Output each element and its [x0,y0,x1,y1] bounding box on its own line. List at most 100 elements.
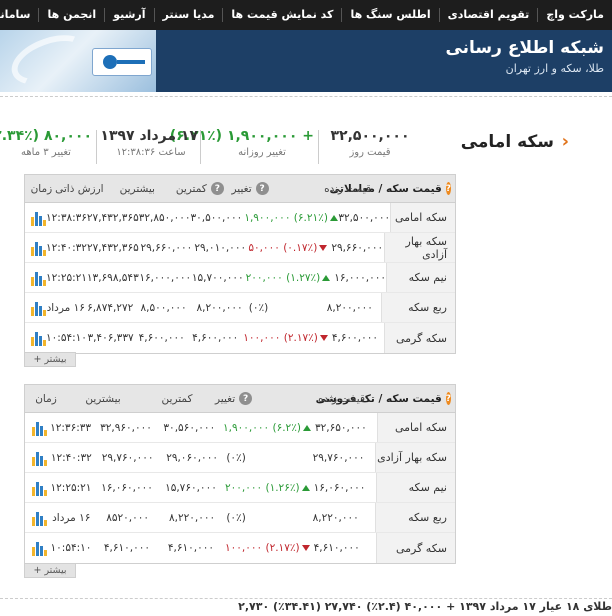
chart-icon[interactable] [31,450,48,466]
high-cell: ۸,۵۰۰,۰۰۰ [140,301,187,314]
header-col-title: ? قیمت سکه / تک فروشی [315,392,451,405]
footer-ticker: طلای ۱۸ عیار ۱۷ مرداد ۱۳۹۷ + ۴۰,۰۰۰ (۲.۴… [238,600,612,613]
row-name[interactable]: ربع سکه [375,503,455,532]
change-cell: (۰٪) [224,512,308,524]
help-icon[interactable]: ? [210,182,224,195]
low-cell: ۲۹,۰۶۰,۰۰۰ [166,451,218,464]
page-title: سکه امامی [460,132,554,152]
table-row[interactable]: سکه امامی ۳۲,۵۰۰,۰۰۰ (۶.۲۱٪) ۱,۹۰۰,۰۰۰ ۳۰,۵… [25,203,455,233]
chevron-left-icon: ‹ [561,131,569,152]
row-name[interactable]: سکه گرمی [383,323,455,353]
chart-icon[interactable] [31,210,46,226]
nav-item-economic-calendar[interactable]: تقویم اقتصادی [438,8,538,22]
table-row[interactable]: نیم سکه ۱۶,۰۶۰,۰۰۰ (۱.۲۶٪) ۲۰۰,۰۰۰ ۱۵,۷۶۰,۰… [25,473,455,503]
quarter-change-block: ۸۰,۰۰۰ (۶۲.۳۴٪) تغییر ۳ ماهه [0,126,92,160]
header-col-time: زمان [35,392,57,405]
intrinsic-cell: ۲۷,۴۳۲,۳۶۵ [86,241,139,254]
low-cell: ۱۵,۷۶۰,۰۰۰ [165,481,217,494]
site-title: شبکه اطلاع رسانی [445,38,604,58]
header-col-change: ? تغییر [215,392,299,405]
arrow-up-icon [302,424,311,431]
low-cell: ۲۹,۰۱۰,۰۰۰ [194,241,247,254]
coin-retail-table: ? قیمت سکه / تک فروشی قیمت زنده ? تغییر کم… [24,384,456,564]
row-name[interactable]: سکه امامی [376,413,455,442]
intrinsic-cell: ۱۳,۶۹۸,۵۴۳ [86,271,139,284]
nav-item-price-code[interactable]: کد نمایش قیمت ها [222,8,341,22]
change-value: (۰٪) [248,301,269,314]
site-subtitle: طلا، سکه و ارز تهران [505,62,604,75]
help-icon[interactable]: ? [445,182,451,195]
divider [0,96,612,97]
row-name[interactable]: سکه بهار آزادی [375,443,455,472]
chart-icon[interactable] [31,330,46,346]
table-row[interactable]: سکه بهار آزادی ۲۹,۶۶۰,۰۰۰ (۰.۱۷٪) ۵۰,۰۰۰ ۲۹… [25,233,455,263]
chart-icon[interactable] [31,300,46,316]
arrow-up-icon [329,214,338,221]
divider [200,130,201,164]
time-cell: ۱۰:۵۴:۱۰ [46,332,87,344]
site-brand[interactable]: شبکه اطلاع رسانی طلا، سکه و ارز تهران [445,36,604,78]
change-value: (۱.۲۷٪) ۲۰۰,۰۰۰ [245,271,321,284]
high-cell: ۱۶,۰۰۰,۰۰۰ [139,271,192,284]
high-cell: ۸۵۲۰,۰۰۰ [106,511,150,524]
time-cell: ۱۲:۲۵:۲۱ [50,481,92,494]
help-icon[interactable]: ? [255,182,269,195]
coin-trading-table: ? قیمت سکه / معاملاتی قیمت زنده ? تغییر ? ک… [24,174,456,354]
nav-item-market-watch[interactable]: مارکت واچ [537,8,612,22]
nav-item-stone-atlas[interactable]: اطلس سنگ ها [341,8,438,22]
table-row[interactable]: ربع سکه ۸,۲۰۰,۰۰۰ (۰٪) ۸,۲۰۰,۰۰۰ ۸,۵۰۰,۰۰۰ ۶,… [25,293,455,323]
divider [96,130,97,164]
high-cell: ۳۲,۸۵۰,۰۰۰ [138,211,191,224]
nav-item-technical-system[interactable]: سامانه تکنیکال [0,8,38,22]
daily-price-block: ۳۲,۵۰۰,۰۰۰ قیمت روز [330,126,410,160]
high-cell: ۳۲,۹۶۰,۰۰۰ [100,421,152,434]
table-row[interactable]: نیم سکه ۱۶,۰۰۰,۰۰۰ (۱.۲۷٪) ۲۰۰,۰۰۰ ۱۵,۷۰۰,۰… [25,263,455,293]
time-cell: ۱۲:۳۶:۳۳ [50,421,92,434]
header-col-time: زمان [30,182,53,195]
chart-icon[interactable] [31,540,47,556]
live-price-cell: ۲۹,۷۶۰,۰۰۰ [312,451,365,464]
help-icon[interactable]: ? [445,392,451,405]
low-cell: ۴,۶۰۰,۰۰۰ [192,332,239,344]
time-cell: ۱۶ مرداد [52,511,91,524]
divider [318,130,319,164]
chart-icon[interactable] [31,240,47,256]
table-header: ? قیمت سکه / معاملاتی قیمت زنده ? تغییر ? ک… [25,175,455,203]
table-header: ? قیمت سکه / تک فروشی قیمت زنده ? تغییر کم… [25,385,455,413]
row-name[interactable]: نیم سکه [375,473,455,502]
nav-item-media-center[interactable]: مدیا سنتر [153,8,223,22]
low-cell: ۱۵,۷۰۰,۰۰۰ [191,271,244,284]
change-value: (۲.۱۷٪) ۱۰۰,۰۰۰ [243,332,318,344]
chart-icon[interactable] [31,480,47,496]
nav-item-archive[interactable]: آرشیو [104,8,153,22]
table-row[interactable]: سکه بهار آزادی ۲۹,۷۶۰,۰۰۰ (۰٪) ۲۹,۰۶۰,۰۰۰ ۲۹… [25,443,455,473]
row-name[interactable]: نیم سکه [386,263,455,292]
live-price-cell: ۸,۲۰۰,۰۰۰ [326,301,373,314]
change-value: (۱.۲۶٪) ۲۰۰,۰۰۰ [224,481,300,494]
header-col-low: کمترین [161,392,193,405]
change-value: (۰.۱۷٪) ۵۰,۰۰۰ [248,241,318,254]
table-row[interactable]: ربع سکه ۸,۲۲۰,۰۰۰ (۰٪) ۸,۲۲۰,۰۰۰ ۸۵۲۰,۰۰۰ ۱۶ … [25,503,455,533]
arrow-down-icon [319,244,328,251]
nav-item-forums[interactable]: انجمن ها [38,8,104,22]
help-icon[interactable]: ? [239,392,253,405]
site-banner: شبکه اطلاع رسانی طلا، سکه و ارز تهران [0,30,612,92]
arrow-down-icon [319,335,328,341]
partner-logo-icon[interactable] [92,48,152,76]
chart-icon[interactable] [31,270,46,286]
high-cell: ۴,۶۱۰,۰۰۰ [103,542,151,554]
chart-icon[interactable] [31,510,48,526]
table-row[interactable]: سکه گرمی ۴,۶۱۰,۰۰۰ (۲.۱۷٪) ۱۰۰,۰۰۰ ۴,۶۱۰,۰۰… [25,533,455,563]
table-row[interactable]: سکه امامی ۳۲,۶۵۰,۰۰۰ (۶.۲٪) ۱,۹۰۰,۰۰۰ ۳۰,۵۶… [25,413,455,443]
row-name[interactable]: سکه گرمی [375,533,455,563]
more-button[interactable]: بیشتر + [24,563,76,578]
table-row[interactable]: سکه گرمی ۴,۶۰۰,۰۰۰ (۲.۱۷٪) ۱۰۰,۰۰۰ ۴,۶۰۰,۰۰… [25,323,455,353]
intrinsic-cell: ۳,۴۰۶,۳۳۷ [87,332,134,344]
more-button[interactable]: بیشتر + [24,352,76,367]
row-name[interactable]: سکه بهار آزادی [383,233,455,262]
high-cell: ۴,۶۰۰,۰۰۰ [138,332,185,344]
chart-icon[interactable] [31,420,47,436]
high-cell: ۲۹,۷۶۰,۰۰۰ [101,451,154,464]
row-name[interactable]: سکه امامی [390,203,455,232]
row-name[interactable]: ربع سکه [381,293,455,322]
